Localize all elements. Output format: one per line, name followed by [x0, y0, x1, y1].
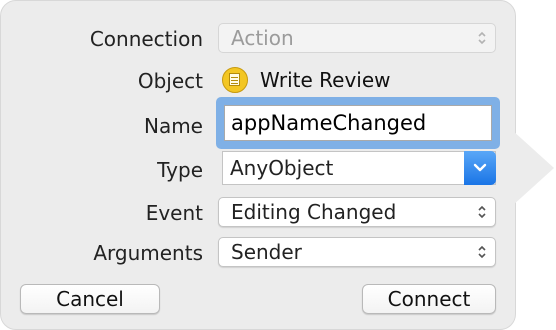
event-value: Editing Changed [231, 200, 397, 224]
stepper-icon [478, 31, 486, 45]
connect-button[interactable]: Connect [362, 284, 496, 314]
object-label: Object [137, 69, 203, 93]
connection-value: Action [231, 26, 294, 50]
stepper-icon [478, 245, 486, 259]
stepper-icon [478, 205, 486, 219]
object-value: Write Review [260, 68, 391, 92]
document-icon [222, 67, 248, 93]
type-dropdown-button[interactable] [464, 151, 496, 185]
event-label: Event [145, 201, 203, 225]
popover-arrow [512, 130, 554, 206]
chevron-down-icon [473, 163, 487, 172]
arguments-label: Arguments [93, 241, 203, 265]
arguments-popup[interactable]: Sender [218, 237, 496, 267]
event-popup[interactable]: Editing Changed [218, 197, 496, 227]
cancel-button[interactable]: Cancel [20, 284, 160, 314]
arguments-value: Sender [231, 240, 302, 264]
type-label: Type [157, 158, 203, 182]
type-value: AnyObject [230, 156, 334, 180]
object-value-row: Write Review [222, 63, 391, 97]
name-label: Name [143, 114, 203, 138]
name-focus-ring [216, 97, 500, 149]
connection-label: Connection [89, 27, 203, 51]
connection-popup: Action [218, 23, 496, 53]
type-combo-box[interactable]: AnyObject [222, 151, 496, 185]
name-field[interactable] [224, 105, 492, 141]
